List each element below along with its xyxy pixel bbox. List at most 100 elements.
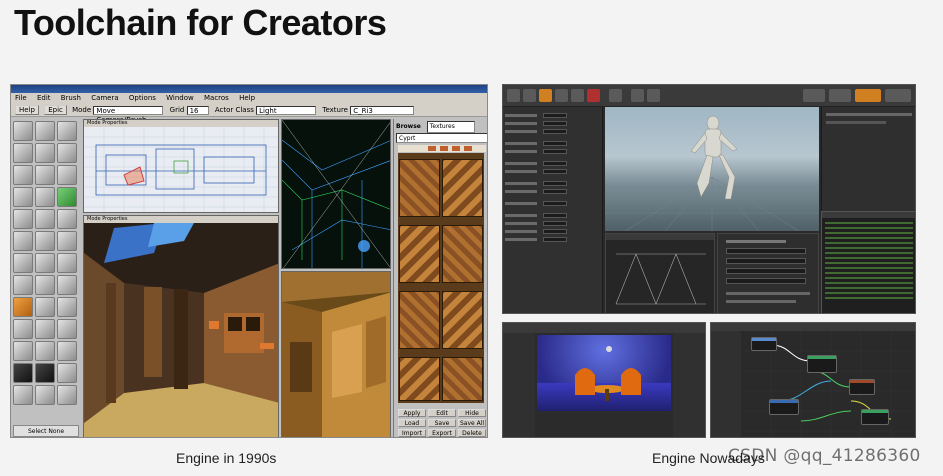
tool-green-icon[interactable] — [57, 187, 77, 207]
tool-misc-a-icon[interactable] — [13, 385, 33, 405]
help-button[interactable]: Help — [15, 105, 39, 115]
tool-shear-icon[interactable] — [57, 143, 77, 163]
texture-thumbnail[interactable] — [442, 225, 483, 283]
apply-button[interactable]: Apply — [398, 409, 426, 417]
tool-sheet-icon[interactable] — [13, 231, 33, 251]
menu-file[interactable]: File — [15, 94, 27, 102]
tool-brush-icon[interactable] — [13, 143, 33, 163]
top-viewport[interactable]: Mode Properties — [83, 119, 279, 213]
texture-thumbnail[interactable] — [399, 291, 440, 349]
tool-special-icon[interactable] — [57, 297, 77, 317]
tool-texture-pan-icon[interactable] — [35, 165, 55, 185]
blueprint-node[interactable] — [807, 355, 837, 373]
play-icon[interactable] — [539, 89, 552, 102]
texture-thumbnail[interactable] — [399, 357, 440, 401]
details-row[interactable] — [505, 221, 601, 227]
perspective-viewport[interactable]: Mode Properties — [83, 215, 279, 437]
anim-graph-panel[interactable] — [605, 233, 715, 313]
tool-tetra-icon[interactable] — [57, 253, 77, 273]
details-row[interactable] — [505, 129, 601, 135]
hide-button[interactable]: Hide — [458, 409, 486, 417]
details-row[interactable] — [505, 189, 601, 195]
grid-select[interactable]: 16 — [186, 105, 209, 115]
texture-thumbnail[interactable] — [399, 225, 440, 283]
menu-options[interactable]: Options — [129, 94, 156, 102]
details-row[interactable] — [505, 121, 601, 127]
record-icon[interactable] — [587, 89, 600, 102]
texture-thumbnail[interactable] — [442, 159, 483, 217]
tool-rotate-icon[interactable] — [57, 121, 77, 141]
details-row[interactable] — [505, 213, 601, 219]
tool-invert-icon[interactable] — [57, 341, 77, 361]
texture-package-select[interactable]: Cyprt — [396, 133, 487, 143]
wireframe-viewport[interactable] — [281, 119, 391, 269]
tool-cube-icon[interactable] — [13, 209, 33, 229]
details-row[interactable] — [505, 181, 601, 187]
tool-polygon-icon[interactable] — [35, 187, 55, 207]
tool-misc-c-icon[interactable] — [57, 385, 77, 405]
actor-class-select[interactable]: Light — [256, 105, 317, 115]
load-button[interactable]: Load — [398, 419, 426, 427]
tool-misc-b-icon[interactable] — [35, 385, 55, 405]
browse-icon[interactable] — [523, 89, 536, 102]
browse-type-select[interactable]: Textures — [426, 121, 475, 133]
blueprint-node[interactable] — [769, 399, 799, 415]
menu-macros[interactable]: Macros — [204, 94, 229, 102]
side-viewport[interactable] — [281, 271, 391, 437]
delete-button[interactable]: Delete — [458, 429, 486, 437]
tool-mover-icon[interactable] — [13, 297, 33, 317]
tool-camera-icon[interactable] — [13, 121, 33, 141]
import-button[interactable]: Import — [398, 429, 426, 437]
texture-thumbnail[interactable] — [442, 291, 483, 349]
save-button[interactable]: Save — [428, 419, 456, 427]
save-icon[interactable] — [507, 89, 520, 102]
details-row[interactable] — [505, 201, 601, 207]
tool-portal-icon[interactable] — [35, 319, 55, 339]
character-preview-viewport[interactable] — [605, 107, 819, 231]
tool-curved-stairs-icon[interactable] — [35, 253, 55, 273]
blueprint-node[interactable] — [751, 337, 777, 351]
details-row[interactable] — [505, 169, 601, 175]
save-all-button[interactable]: Save All — [458, 419, 486, 427]
tool-add-icon[interactable] — [13, 275, 33, 295]
texture-thumbnail[interactable] — [399, 159, 440, 217]
menu-brush[interactable]: Brush — [61, 94, 81, 102]
tool-deintersect-icon[interactable] — [35, 297, 55, 317]
tool-snap-icon[interactable] — [35, 363, 55, 383]
details-row[interactable] — [505, 237, 601, 243]
tool-warp-icon[interactable] — [57, 319, 77, 339]
texture-select[interactable]: C_Ri3 — [350, 105, 415, 115]
tool-texture-rotate-icon[interactable] — [57, 165, 77, 185]
menu-camera[interactable]: Camera — [91, 94, 118, 102]
tool-grid-icon[interactable] — [13, 363, 33, 383]
epic-button[interactable]: Epic — [44, 105, 67, 115]
tool-scale-icon[interactable] — [35, 121, 55, 141]
details-row[interactable] — [505, 113, 601, 119]
settings-icon[interactable] — [555, 89, 568, 102]
preview-icon[interactable] — [631, 89, 644, 102]
tool-cone-icon[interactable] — [57, 209, 77, 229]
tool-hide-icon[interactable] — [13, 341, 33, 361]
menu-window[interactable]: Window — [166, 94, 194, 102]
tool-spiral-icon[interactable] — [13, 253, 33, 273]
tool-select-icon[interactable] — [57, 363, 77, 383]
export-button[interactable]: Export — [428, 429, 456, 437]
blueprint-icon[interactable] — [571, 89, 584, 102]
tool-intersect-icon[interactable] — [57, 275, 77, 295]
edit-button[interactable]: Edit — [428, 409, 456, 417]
asset-list[interactable] — [821, 211, 915, 313]
texture-thumbnail[interactable] — [442, 357, 483, 401]
tool-show-icon[interactable] — [35, 341, 55, 361]
menu-edit[interactable]: Edit — [37, 94, 51, 102]
mode-select[interactable]: Move Camera/Brush — [93, 105, 164, 124]
tool-sphere-icon[interactable] — [57, 231, 77, 251]
tool-terrain-icon[interactable] — [13, 187, 33, 207]
tool-clip-icon[interactable] — [13, 165, 33, 185]
blueprint-node[interactable] — [861, 409, 889, 425]
tool-cylinder-icon[interactable] — [35, 209, 55, 229]
mode-tab-icon[interactable] — [885, 89, 911, 102]
menu-help[interactable]: Help — [239, 94, 255, 102]
tool-vertex-icon[interactable] — [35, 143, 55, 163]
tool-stairs-icon[interactable] — [35, 231, 55, 251]
camera-icon[interactable] — [647, 89, 660, 102]
